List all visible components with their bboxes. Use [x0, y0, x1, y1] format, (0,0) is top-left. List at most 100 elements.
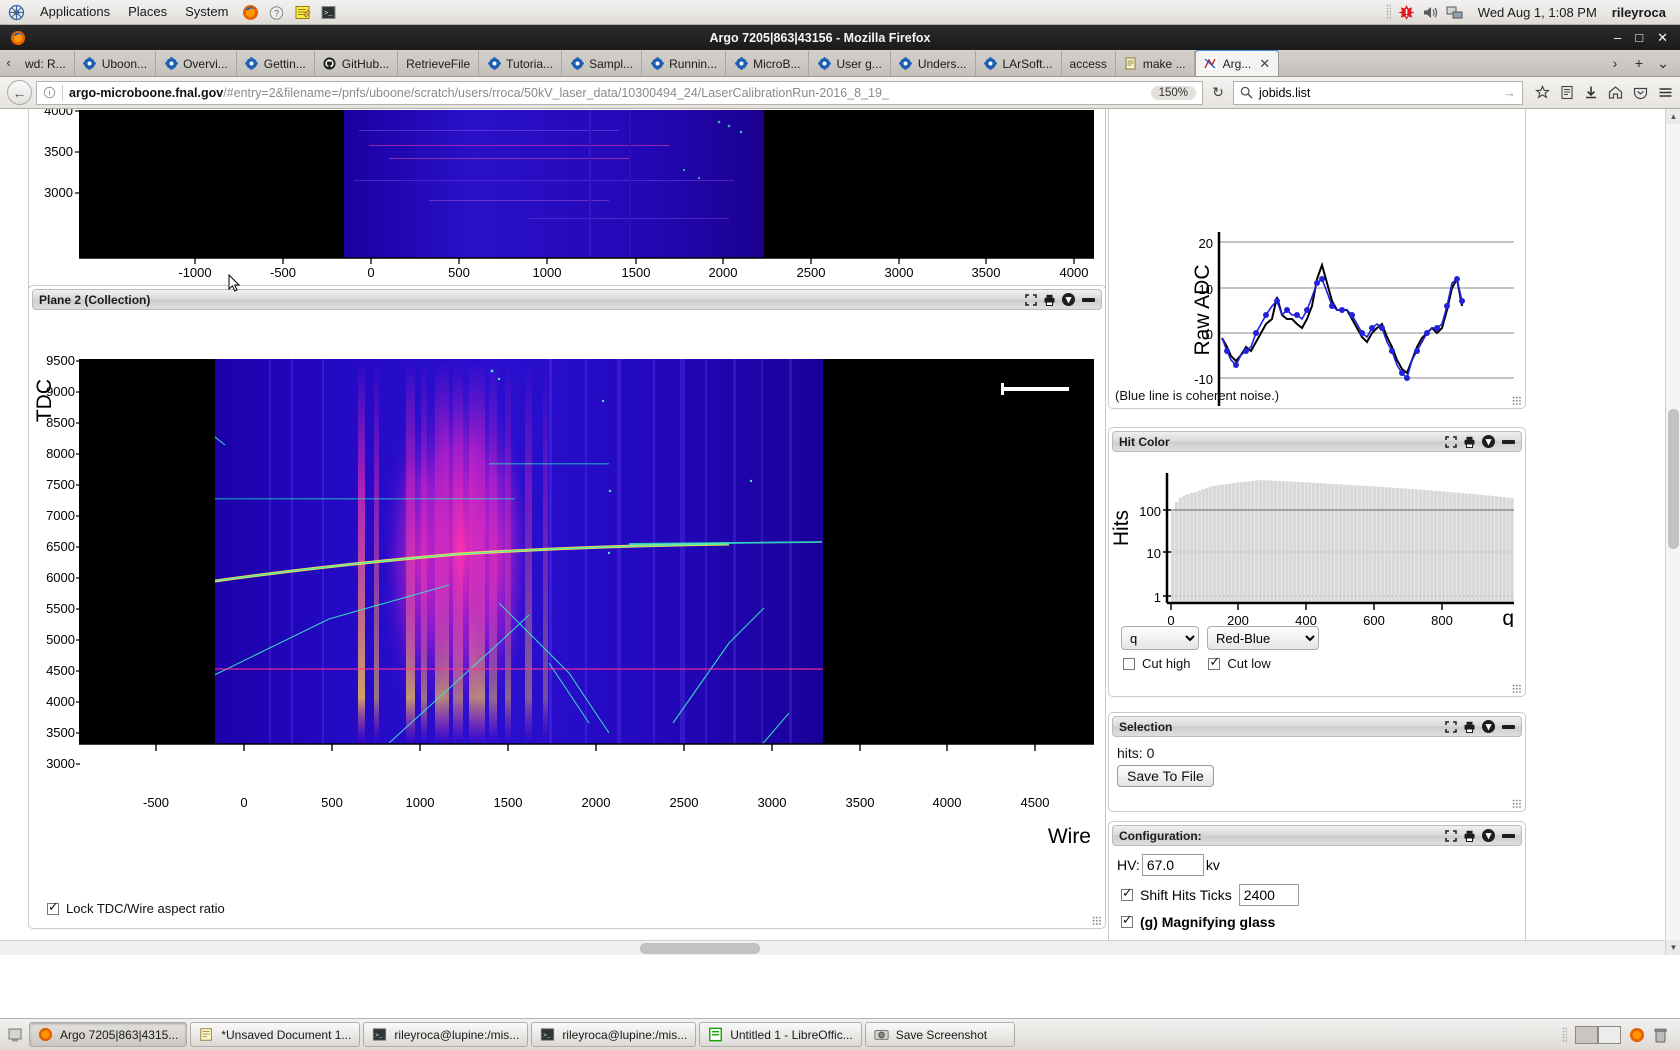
- taskbar-firefox-icon[interactable]: [1629, 1027, 1645, 1043]
- cut-high-row[interactable]: Cut high: [1123, 656, 1190, 671]
- minimize-panel-icon[interactable]: [1502, 724, 1515, 729]
- hit-color-palette-select[interactable]: Red-Blue: [1207, 626, 1319, 650]
- lock-aspect-checkbox[interactable]: [47, 900, 59, 915]
- cut-low-checkbox[interactable]: [1208, 655, 1221, 670]
- plane2-plot[interactable]: 1 m TDC 950090008500 800075007000 650060…: [29, 313, 1101, 903]
- taskbar-item[interactable]: Untitled 1 - LibreOffic...: [699, 1022, 862, 1047]
- alert-icon[interactable]: [1398, 4, 1415, 21]
- tab-scroll-right-icon[interactable]: ›: [1604, 52, 1626, 74]
- cut-high-checkbox[interactable]: [1123, 657, 1135, 670]
- home-icon[interactable]: [1608, 85, 1623, 100]
- tab-unders[interactable]: Unders...: [891, 51, 976, 76]
- clock[interactable]: Wed Aug 1, 1:08 PM: [1470, 5, 1605, 20]
- shift-hits-ticks-input[interactable]: [1238, 884, 1299, 906]
- downloads-icon[interactable]: [1584, 85, 1598, 100]
- expand-icon[interactable]: [1025, 293, 1037, 306]
- page-info-icon[interactable]: i: [43, 86, 56, 99]
- gnome-foot-icon[interactable]: [0, 4, 31, 21]
- hv-input[interactable]: [1141, 854, 1204, 876]
- applications-menu[interactable]: Applications: [31, 0, 119, 24]
- tab-user-g[interactable]: User g...: [809, 51, 891, 76]
- tab-access[interactable]: access: [1062, 51, 1116, 76]
- taskbar-item[interactable]: Argo 7205|863|4315...: [29, 1022, 188, 1047]
- collapse-toggle-icon[interactable]: ▾: [1062, 293, 1075, 306]
- reader-icon[interactable]: [1560, 85, 1574, 100]
- taskbar-item[interactable]: *Unsaved Document 1...: [190, 1022, 361, 1047]
- lock-aspect-row[interactable]: Lock TDC/Wire aspect ratio: [47, 900, 225, 916]
- hit-color-histogram[interactable]: Hits 100 10 1 0 200 400 600 800 q: [1109, 455, 1523, 630]
- selection-resize-grip[interactable]: [1512, 799, 1522, 809]
- zoom-level-badge[interactable]: 150%: [1150, 85, 1196, 100]
- tab-wd-r[interactable]: wd: R...: [17, 51, 75, 76]
- minimize-panel-icon[interactable]: [1502, 439, 1515, 444]
- tab-make[interactable]: make ...: [1116, 51, 1195, 76]
- hscroll-thumb[interactable]: [640, 943, 760, 954]
- tab-github[interactable]: GitHub...: [315, 51, 399, 76]
- close-button[interactable]: ✕: [1657, 30, 1668, 46]
- bookmark-star-icon[interactable]: [1535, 85, 1550, 100]
- expand-icon[interactable]: [1445, 435, 1457, 448]
- search-go-icon[interactable]: →: [1503, 85, 1516, 100]
- hit-color-variable-select[interactable]: q: [1121, 626, 1199, 650]
- minimize-panel-icon[interactable]: [1502, 833, 1515, 838]
- taskbar-item[interactable]: >_ rileyroca@lupine:/mis...: [363, 1022, 529, 1047]
- collapse-toggle-icon[interactable]: ▾: [1482, 720, 1495, 733]
- maximize-button[interactable]: □: [1635, 30, 1643, 46]
- text-editor-launcher-icon[interactable]: [289, 0, 315, 24]
- save-to-file-button[interactable]: Save To File: [1117, 765, 1214, 787]
- tab-runnin[interactable]: Runnin...: [642, 51, 727, 76]
- shift-hits-ticks-checkbox[interactable]: [1121, 886, 1133, 901]
- tab-gettin[interactable]: Gettin...: [237, 51, 315, 76]
- tab-tutoria[interactable]: Tutoria...: [479, 51, 563, 76]
- url-bar[interactable]: i argo-microboone.fnal.gov/#entry=2&file…: [36, 80, 1203, 105]
- print-icon[interactable]: [1464, 721, 1475, 733]
- waveform-plot[interactable]: 20 10 0 -10 Raw ADC: [1109, 109, 1523, 455]
- magnifying-glass-checkbox[interactable]: [1121, 913, 1133, 928]
- username-label[interactable]: rileyroca: [1612, 5, 1670, 20]
- vscroll-up-arrow[interactable]: ▲: [1666, 109, 1680, 124]
- taskbar-item[interactable]: >_ rileyroca@lupine:/mis...: [531, 1022, 697, 1047]
- list-all-tabs-icon[interactable]: ⌄: [1652, 52, 1674, 74]
- tab-retrievefile[interactable]: RetrieveFile: [398, 51, 480, 76]
- vscroll-thumb[interactable]: [1668, 409, 1679, 549]
- search-query-text[interactable]: jobids.list: [1259, 86, 1310, 100]
- collapse-toggle-icon[interactable]: ▾: [1482, 829, 1495, 842]
- terminal-launcher-icon[interactable]: >_: [315, 0, 341, 24]
- tab-arg[interactable]: Arg... ✕: [1194, 50, 1280, 76]
- taskbar-item[interactable]: Save Screenshot: [864, 1022, 1015, 1047]
- collapse-toggle-icon[interactable]: ▾: [1482, 435, 1495, 448]
- volume-icon[interactable]: [1422, 4, 1439, 21]
- minimize-panel-icon[interactable]: [1082, 297, 1095, 302]
- menu-icon[interactable]: [1658, 85, 1673, 100]
- places-menu[interactable]: Places: [119, 0, 176, 24]
- expand-icon[interactable]: [1445, 720, 1457, 733]
- page-vertical-scrollbar[interactable]: ▲ ▼: [1665, 109, 1680, 955]
- print-icon[interactable]: [1044, 294, 1055, 306]
- tab-larsoft[interactable]: LArSoft...: [976, 51, 1062, 76]
- hit-color-resize-grip[interactable]: [1512, 684, 1522, 694]
- tab-microb[interactable]: MicroB...: [726, 51, 810, 76]
- tab-sampl[interactable]: Sampl...: [562, 51, 643, 76]
- network-icon[interactable]: [1446, 4, 1463, 21]
- help-launcher-icon[interactable]: ?: [263, 0, 289, 24]
- firefox-launcher-icon[interactable]: [237, 0, 263, 24]
- minimize-button[interactable]: –: [1614, 30, 1621, 46]
- page-horizontal-scrollbar[interactable]: [0, 940, 1665, 955]
- tab-overvi[interactable]: Overvi...: [156, 51, 237, 76]
- tab-uboon[interactable]: Uboon...: [75, 51, 157, 76]
- show-desktop-icon[interactable]: [4, 1027, 26, 1043]
- trash-icon[interactable]: [1653, 1027, 1668, 1043]
- print-icon[interactable]: [1464, 436, 1475, 448]
- workspace-switcher[interactable]: [1575, 1025, 1621, 1044]
- url-text[interactable]: argo-microboone.fnal.gov/#entry=2&filena…: [69, 86, 1139, 100]
- waveform-resize-grip[interactable]: [1512, 396, 1522, 406]
- expand-icon[interactable]: [1445, 829, 1457, 842]
- print-icon[interactable]: [1464, 830, 1475, 842]
- search-bar[interactable]: jobids.list →: [1233, 80, 1523, 105]
- tab-close-icon[interactable]: ✕: [1256, 56, 1270, 72]
- plane2-resize-grip[interactable]: [1092, 916, 1102, 926]
- system-menu[interactable]: System: [176, 0, 237, 24]
- new-tab-button[interactable]: +: [1628, 52, 1650, 74]
- tab-scroll-left-icon[interactable]: ‹: [0, 50, 17, 76]
- back-button[interactable]: ←: [7, 80, 32, 105]
